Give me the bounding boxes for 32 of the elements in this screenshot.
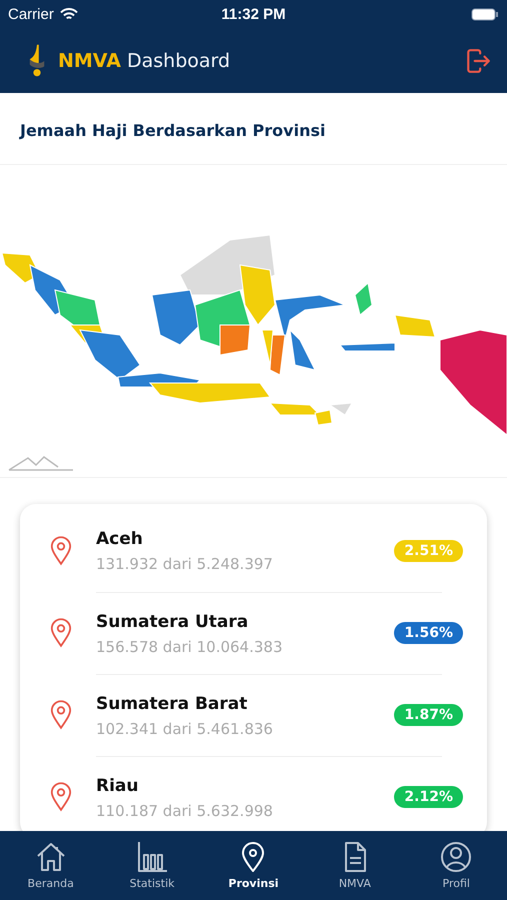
wifi-icon [60,8,78,20]
tab-item[interactable]: Profil [411,841,502,890]
tab-item[interactable]: Provinsi [208,841,298,890]
province-name: Sumatera Utara [96,612,250,632]
province-count: 102.341 dari 5.461.836 [96,720,274,738]
location-pin-icon [50,700,72,730]
province-count: 110.187 dari 5.632.998 [96,802,274,820]
tab-item[interactable]: Statistik [107,841,198,890]
logout-icon[interactable] [465,48,491,74]
province-name: Aceh [96,529,144,549]
bar-chart-icon [136,841,168,873]
province-name: Sumatera Barat [96,694,248,714]
section-title: Jemaah Haji Berdasarkan Provinsi [0,93,507,165]
battery-icon [471,8,499,20]
location-pin-icon [50,536,72,566]
app-title: NMVA Dashboard [58,50,230,72]
tab-item[interactable]: Beranda [6,841,96,890]
home-icon [34,841,67,873]
province-count: 131.932 dari 5.248.397 [96,555,274,573]
carrier-label: Carrier [8,6,54,22]
clock-time: 11:32 PM [221,6,286,22]
profile-icon [440,841,472,873]
mountains-icon [8,455,74,471]
percent-badge: 1.87% [394,704,463,726]
province-name: Riau [96,776,140,796]
location-pin-icon [50,782,72,812]
percent-badge: 1.56% [394,622,463,644]
percent-badge: 2.12% [394,786,463,808]
tab-item[interactable]: NMVA [310,841,400,890]
location-pin-icon [50,618,72,648]
province-count: 156.578 dari 10.064.383 [96,638,284,656]
percent-badge: 2.51% [394,540,463,562]
